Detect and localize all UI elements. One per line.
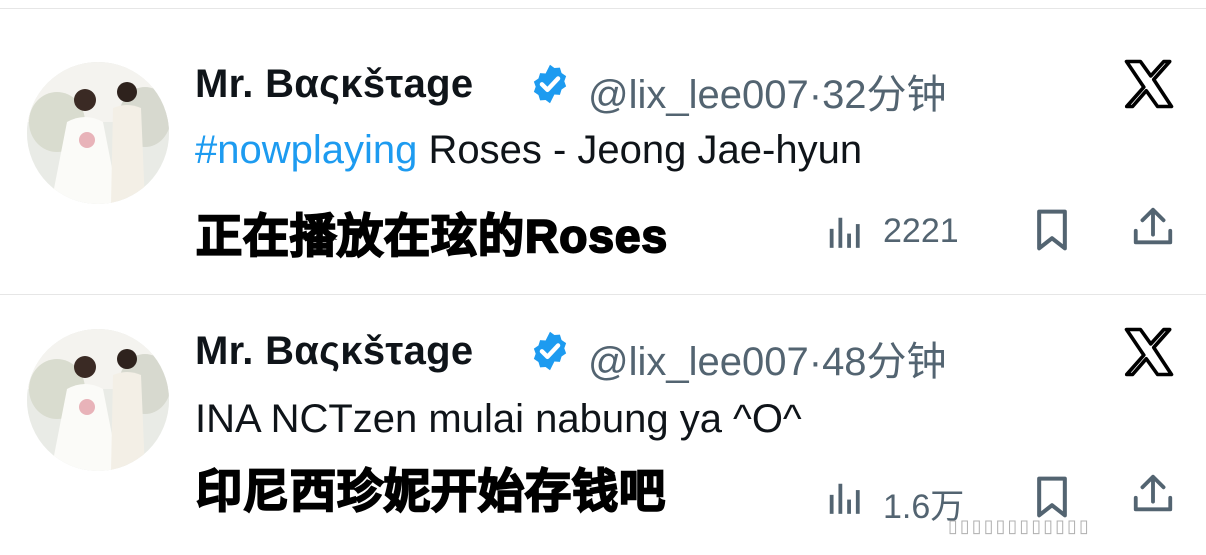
display-name[interactable]: Mr. Βαςκšτage xyxy=(195,329,473,374)
views-count: 2221 xyxy=(883,212,959,250)
verified-badge-icon xyxy=(533,64,567,104)
watermark: ▯▯▯▯▯▯▯▯▯▯▯▯ xyxy=(948,516,1091,536)
tweet-text-body: Roses - Jeong Jae-hyun xyxy=(417,128,863,172)
share-icon[interactable] xyxy=(1130,204,1176,250)
share-icon[interactable] xyxy=(1130,471,1176,517)
handle-and-time[interactable]: @lix_lee007·48分钟 xyxy=(588,329,947,387)
tweet-text-body: INA NCTzen mulai nabung ya ^O^ xyxy=(195,397,802,441)
x-logo-icon[interactable] xyxy=(1122,325,1176,379)
avatar[interactable] xyxy=(27,62,169,204)
avatar[interactable] xyxy=(27,329,169,471)
hashtag-link[interactable]: #nowplaying xyxy=(195,128,417,172)
tweet-text: #nowplaying Roses - Jeong Jae-hyun xyxy=(195,128,862,173)
verified-badge-icon xyxy=(533,331,567,371)
tweet-text: INA NCTzen mulai nabung ya ^O^ xyxy=(195,397,802,442)
views-chart-icon[interactable] xyxy=(825,213,863,251)
x-logo-icon[interactable] xyxy=(1122,57,1176,111)
bookmark-icon[interactable] xyxy=(1032,475,1072,519)
bookmark-icon[interactable] xyxy=(1032,208,1072,252)
overlay-caption: 印尼西珍妮开始存钱吧 xyxy=(195,464,666,518)
overlay-caption: 正在播放在玹的Roses xyxy=(195,209,669,263)
handle-and-time[interactable]: @lix_lee007·32分钟 xyxy=(588,62,947,120)
display-name[interactable]: Mr. Βαςκšτage xyxy=(195,62,473,107)
tweet-1[interactable]: Mr. Βαςκšτage @lix_lee007·32分钟 #nowplayi… xyxy=(0,0,1206,290)
views-chart-icon[interactable] xyxy=(825,479,863,517)
